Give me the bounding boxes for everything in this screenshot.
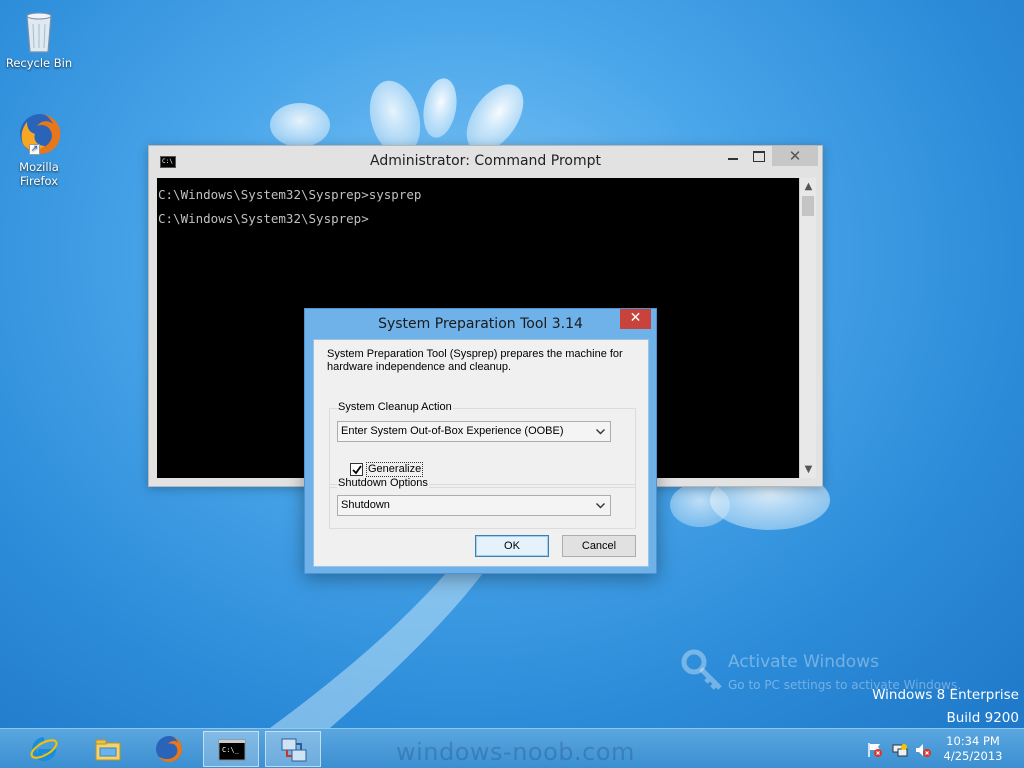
scroll-down-icon[interactable]: ▼ xyxy=(800,461,817,478)
generalize-checkbox[interactable] xyxy=(350,463,363,476)
clock-time: 10:34 PM xyxy=(946,734,1000,748)
chevron-down-icon[interactable] xyxy=(595,422,607,441)
recycle-bin-shortcut[interactable]: Recycle Bin xyxy=(1,6,77,70)
edition-name: Windows 8 Enterprise xyxy=(872,687,1019,703)
volume-muted-icon[interactable] xyxy=(915,742,931,758)
shutdown-group-label: Shutdown Options xyxy=(337,477,429,489)
shutdown-options-dropdown[interactable]: Shutdown xyxy=(337,495,611,516)
taskbar-firefox[interactable] xyxy=(141,731,197,767)
action-center-flag-icon[interactable] xyxy=(867,742,883,758)
desktop: Recycle Bin ↗ Mozilla Firefox Activate W… xyxy=(0,0,1024,728)
network-icon[interactable] xyxy=(892,742,908,758)
internet-explorer-icon xyxy=(30,737,58,761)
cleanup-action-dropdown[interactable]: Enter System Out-of-Box Experience (OOBE… xyxy=(337,421,611,442)
dialog-title: System Preparation Tool 3.14 xyxy=(378,316,583,332)
key-icon xyxy=(681,649,722,690)
firefox-shortcut[interactable]: ↗ Mozilla Firefox xyxy=(1,110,77,188)
firefox-icon xyxy=(156,736,182,762)
scroll-thumb[interactable] xyxy=(802,196,814,216)
clock-date: 4/25/2013 xyxy=(943,749,1003,763)
build-number: Build 9200 xyxy=(946,710,1019,726)
recycle-bin-label: Recycle Bin xyxy=(5,56,73,70)
firefox-desktop-icon: ↗ xyxy=(15,110,63,158)
taskbar-file-explorer[interactable] xyxy=(80,731,136,767)
cleanup-group-label: System Cleanup Action xyxy=(337,401,453,413)
taskbar-internet-explorer[interactable] xyxy=(16,731,72,767)
system-clock[interactable]: 10:34 PM 4/25/2013 xyxy=(930,734,1016,764)
windows-edition: Windows 8 Enterprise Build 9200 xyxy=(872,684,1019,728)
scroll-up-icon[interactable]: ▲ xyxy=(800,178,817,195)
taskbar-sysprep[interactable] xyxy=(265,731,321,767)
chevron-down-icon[interactable] xyxy=(595,496,607,515)
recycle-bin-icon xyxy=(15,6,63,54)
sysprep-icon xyxy=(281,738,307,762)
console-line: C:\Windows\System32\Sysprep> xyxy=(158,211,369,226)
ok-button[interactable]: OK xyxy=(475,535,549,557)
cancel-button[interactable]: Cancel xyxy=(562,535,636,557)
cmd-titlebar[interactable]: C:\ Administrator: Command Prompt ✕ xyxy=(149,146,822,178)
firefox-shortcut-label: Mozilla Firefox xyxy=(19,160,59,188)
vertical-scrollbar[interactable]: ▲ ▼ xyxy=(799,178,816,478)
file-explorer-icon xyxy=(95,739,121,761)
command-prompt-icon: C:\_ xyxy=(218,739,246,761)
taskbar: C:\_ windows-noob.com 10:34 PM 4/25/2013 xyxy=(0,728,1024,768)
shutdown-options-group: Shutdown Options Shutdown xyxy=(329,477,636,529)
dialog-body: System Preparation Tool (Sysprep) prepar… xyxy=(313,339,649,567)
cleanup-action-group: System Cleanup Action Enter System Out-o… xyxy=(329,401,636,488)
cleanup-selected-value: Enter System Out-of-Box Experience (OOBE… xyxy=(341,425,564,437)
minimize-button[interactable] xyxy=(720,146,746,166)
dialog-close-button[interactable]: ✕ xyxy=(620,309,651,329)
cmd-close-button[interactable]: ✕ xyxy=(772,146,818,166)
console-line: C:\Windows\System32\Sysprep>sysprep xyxy=(158,187,422,202)
generalize-label[interactable]: Generalize xyxy=(366,462,424,477)
sysprep-dialog[interactable]: System Preparation Tool 3.14 ✕ System Pr… xyxy=(304,308,657,574)
maximize-button[interactable] xyxy=(746,146,772,166)
shutdown-selected-value: Shutdown xyxy=(341,499,390,511)
svg-text:C:\_: C:\_ xyxy=(222,746,240,754)
activation-watermark: Activate Windows Go to PC settings to ac… xyxy=(680,648,961,695)
activation-title: Activate Windows xyxy=(728,652,879,672)
taskbar-command-prompt[interactable]: C:\_ xyxy=(203,731,259,767)
dialog-description: System Preparation Tool (Sysprep) prepar… xyxy=(327,348,623,373)
site-watermark: windows-noob.com xyxy=(396,738,635,766)
